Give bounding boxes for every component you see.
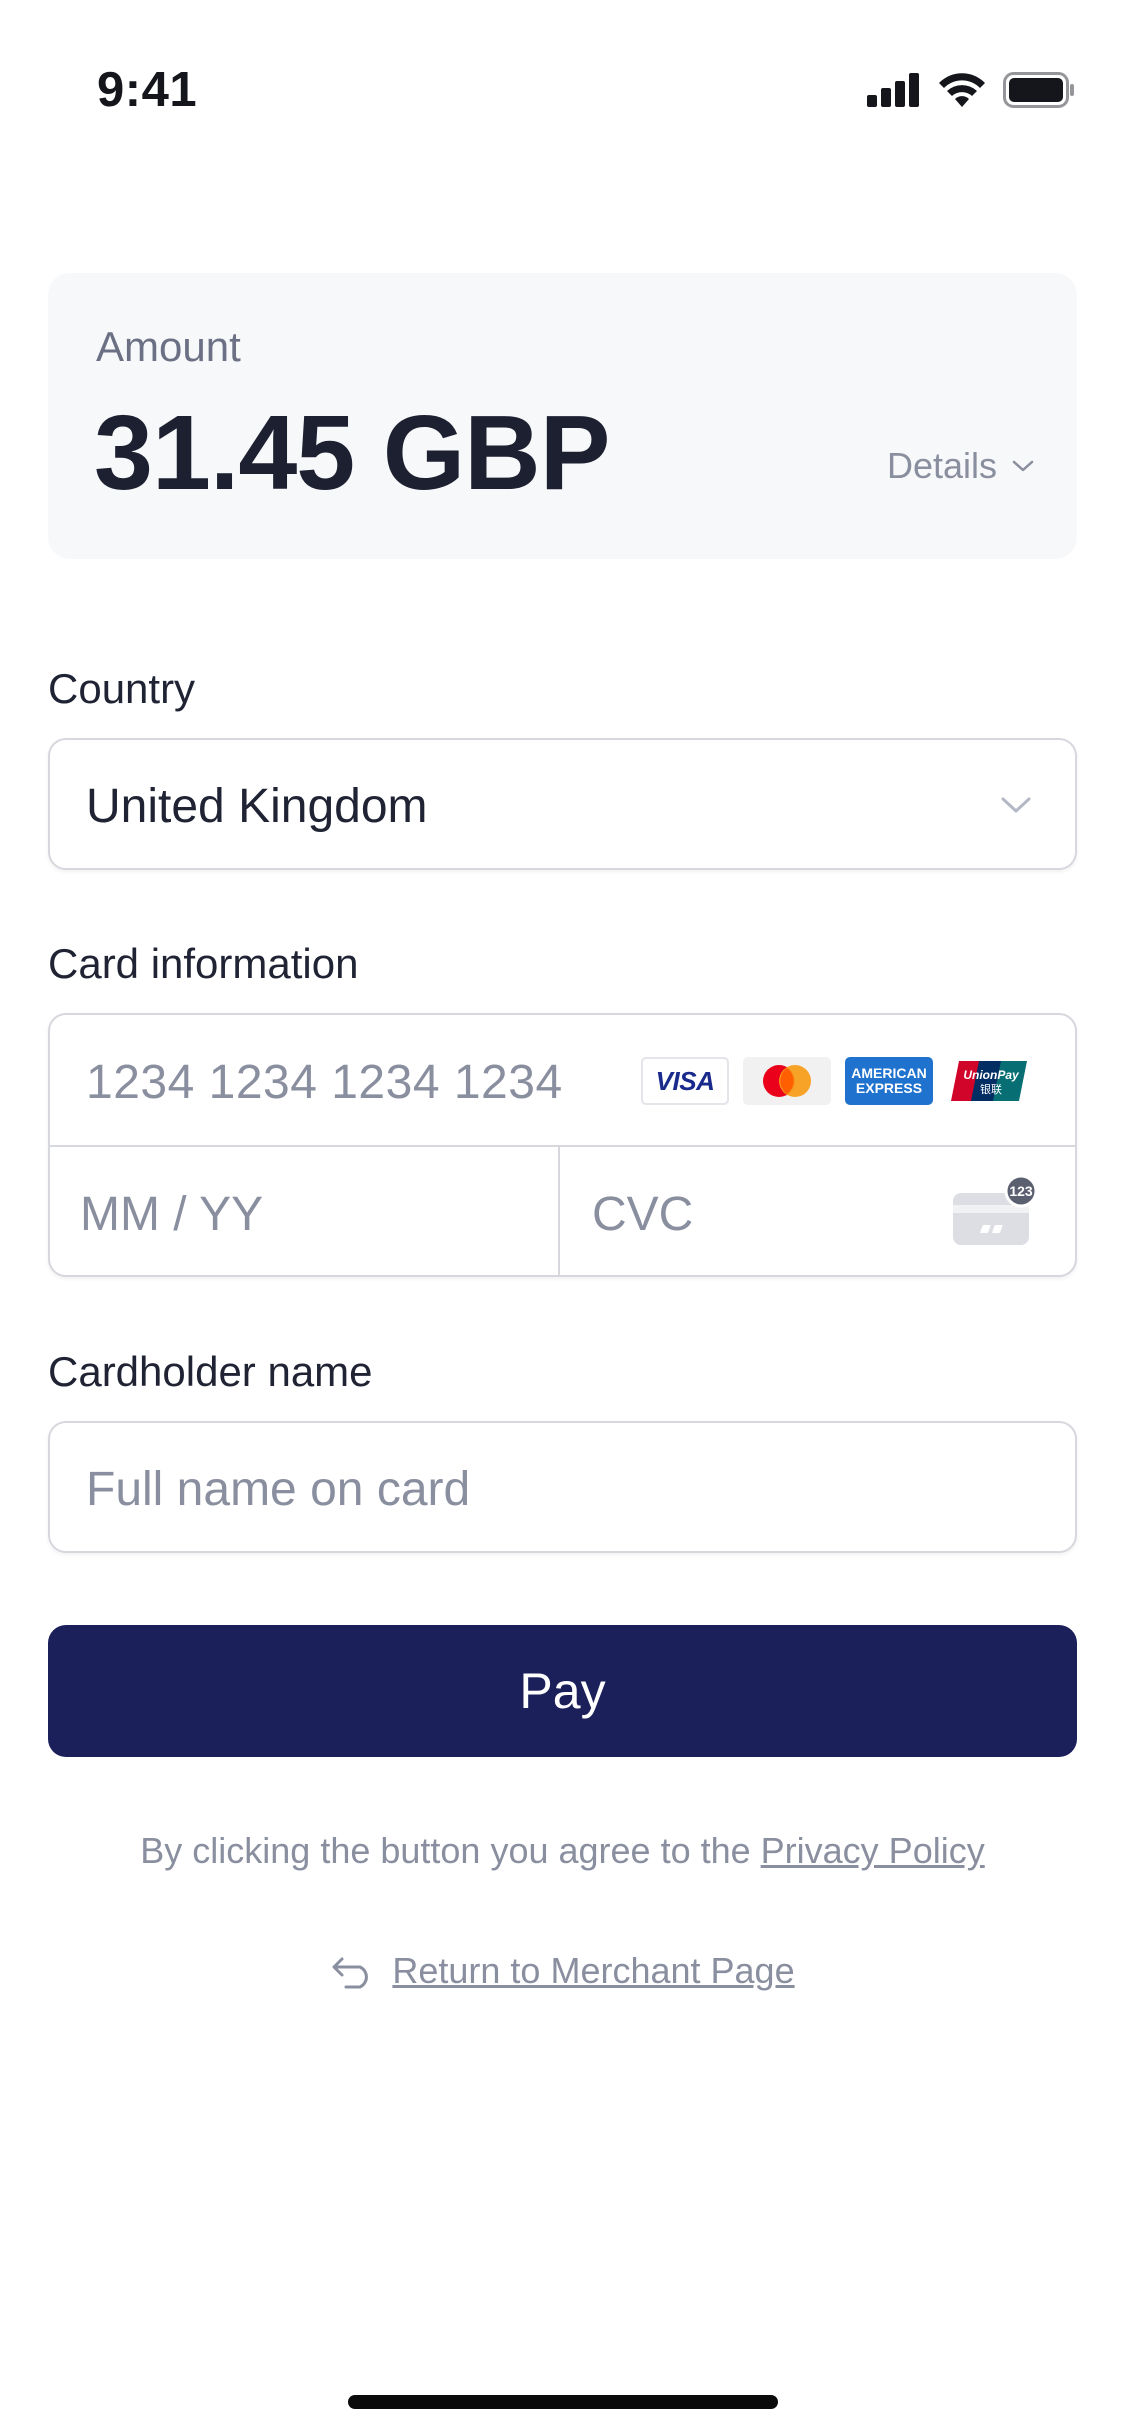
card-information-block: 1234 1234 1234 1234 VISA AMERICAN EXPRESS… xyxy=(48,1013,1077,1277)
unionpay-logo: UnionPay 银联 xyxy=(947,1057,1035,1105)
chevron-down-icon xyxy=(1001,797,1031,813)
expiry-field[interactable]: MM / YY xyxy=(50,1147,560,1277)
svg-text:银联: 银联 xyxy=(980,1082,1002,1096)
chevron-down-icon xyxy=(1012,460,1034,472)
mastercard-logo xyxy=(743,1057,831,1105)
cardholder-label: Cardholder name xyxy=(48,1348,373,1395)
consent-text: By clicking the button you agree to the … xyxy=(0,1830,1125,1872)
amount-label: Amount xyxy=(96,323,241,370)
cvc-field[interactable]: CVC 123 xyxy=(560,1147,1077,1277)
battery-icon xyxy=(1003,72,1074,108)
pay-button-label: Pay xyxy=(519,1663,606,1719)
visa-logo: VISA xyxy=(641,1057,729,1105)
country-label: Country xyxy=(48,665,196,712)
status-time: 9:41 xyxy=(97,63,198,117)
pay-button[interactable]: Pay xyxy=(48,1625,1077,1757)
consent-prefix: By clicking the button you agree to the xyxy=(140,1830,761,1871)
return-link-label: Return to Merchant Page xyxy=(392,1950,795,1991)
svg-text:UnionPay: UnionPay xyxy=(963,1068,1020,1082)
details-label: Details xyxy=(886,445,997,486)
privacy-policy-link[interactable]: Privacy Policy xyxy=(761,1830,985,1871)
country-value: United Kingdom xyxy=(86,780,428,833)
card-number-field[interactable]: 1234 1234 1234 1234 VISA AMERICAN EXPRESS… xyxy=(50,1015,1075,1147)
cardholder-placeholder: Full name on card xyxy=(86,1463,471,1516)
amex-logo: AMERICAN EXPRESS xyxy=(845,1057,933,1105)
return-arrow-icon xyxy=(332,1957,369,1989)
details-toggle[interactable]: Details xyxy=(887,445,1035,487)
amount-value: 31.45 GBP xyxy=(94,394,610,512)
wifi-icon xyxy=(939,73,985,107)
amount-card: Amount 31.45 GBP Details xyxy=(48,273,1077,559)
status-bar: 9:41 xyxy=(0,0,1125,140)
card-information-label: Card information xyxy=(48,940,359,987)
card-number-placeholder: 1234 1234 1234 1234 xyxy=(86,1056,563,1109)
home-indicator[interactable] xyxy=(348,2395,778,2409)
country-select[interactable]: United Kingdom xyxy=(48,738,1077,870)
card-brand-logos: VISA AMERICAN EXPRESS UnionPay 银联 xyxy=(641,1057,1035,1105)
status-icons xyxy=(867,72,1075,108)
cellular-signal-icon xyxy=(867,73,919,107)
return-to-merchant-link[interactable]: Return to Merchant Page xyxy=(0,1950,1125,1992)
cardholder-name-input[interactable]: Full name on card xyxy=(48,1421,1077,1553)
cvc-badge: 123 xyxy=(1009,1183,1033,1199)
expiry-placeholder: MM / YY xyxy=(80,1188,264,1241)
cvc-card-icon: 123 xyxy=(953,1175,1037,1245)
cvc-placeholder: CVC xyxy=(592,1188,694,1241)
